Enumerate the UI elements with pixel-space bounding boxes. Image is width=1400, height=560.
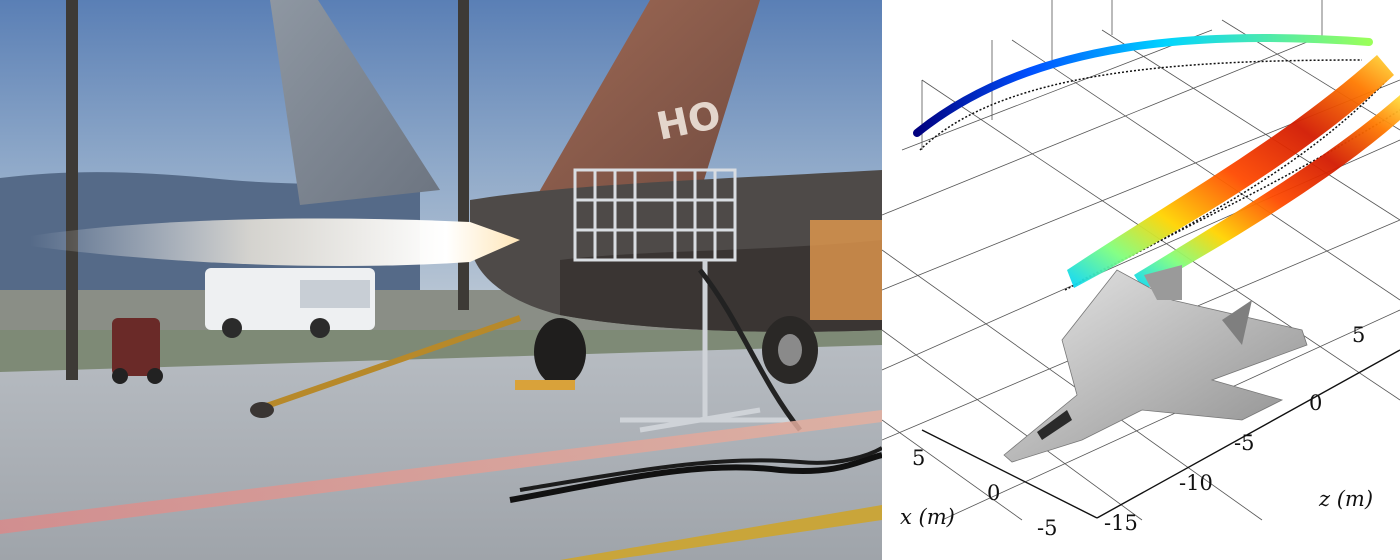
gear-bay-light (810, 220, 882, 320)
tow-bar-wheel (250, 402, 274, 418)
utility-pole-left (66, 0, 78, 380)
acoustic-3d-plot: 5 0 -5 5 0 -5 -10 -15 x (m) z (m) (882, 0, 1400, 560)
z-tick: -15 (1104, 511, 1138, 535)
x-tick: -5 (1037, 516, 1057, 540)
z-axis-label: z (m) (1318, 487, 1373, 511)
z-tick: 5 (1352, 323, 1365, 347)
level-sheet-upper (1067, 55, 1394, 288)
x-axis-label: x (m) (900, 505, 955, 529)
plot-canvas: 5 0 -5 5 0 -5 -10 -15 x (m) z (m) (882, 0, 1400, 540)
x-tick: 5 (912, 446, 925, 470)
ground-run-photo: HO (0, 0, 882, 560)
z-tick: -10 (1179, 471, 1213, 495)
grid-lines (882, 0, 1400, 521)
aircraft-engine-run-scene: HO (0, 0, 882, 560)
white-van (205, 268, 375, 338)
level-sheet-lower (1134, 95, 1400, 290)
x-tick: 0 (987, 481, 1000, 505)
aircraft-model (1003, 265, 1308, 463)
z-tick: 0 (1309, 391, 1322, 415)
utility-pole-center (458, 0, 469, 310)
extinguisher-cart (112, 318, 163, 384)
z-tick: -5 (1234, 431, 1254, 455)
